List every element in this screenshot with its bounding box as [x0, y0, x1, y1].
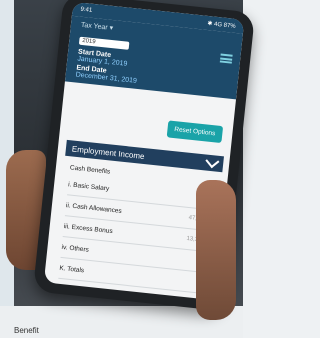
reset-options-button[interactable]: Reset Options — [166, 120, 224, 144]
paper-document-text: Benefit — [14, 326, 39, 335]
row-label: iv. Others — [61, 243, 90, 254]
row-label: ii. Cash Allowances — [65, 201, 123, 215]
chevron-down-icon[interactable] — [205, 154, 220, 169]
row-label: i. Basic Salary — [67, 180, 110, 193]
row-label: iii. Excess Bonus — [63, 222, 114, 235]
status-indicators: ✱ 4G 87% — [207, 20, 236, 30]
right-hand — [196, 180, 236, 320]
row-label: Cash Benefits — [69, 163, 111, 176]
status-time: 9:41 — [80, 6, 93, 14]
row-label: K. Totals — [59, 264, 85, 274]
status-icons: ✱ 4G 87% — [207, 19, 236, 29]
year-select[interactable]: 2019 — [78, 36, 130, 50]
section-title: Employment Income — [71, 143, 145, 161]
hamburger-menu-icon[interactable] — [219, 53, 233, 64]
